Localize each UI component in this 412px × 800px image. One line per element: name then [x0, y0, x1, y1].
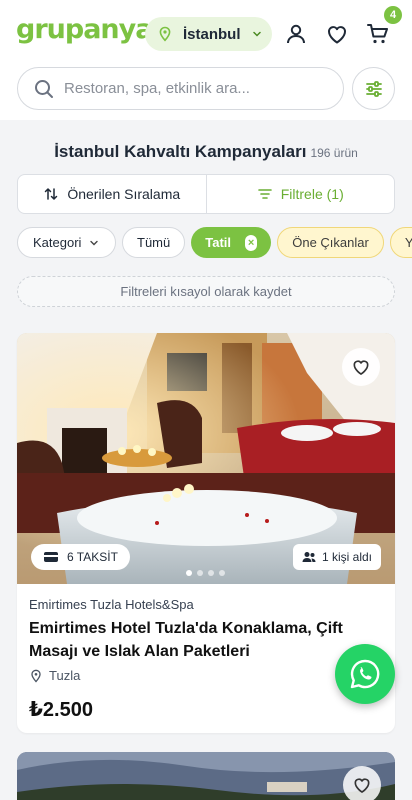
chevron-down-icon [90, 240, 99, 245]
chip-all[interactable]: Tümü [122, 227, 186, 258]
save-filters-button[interactable]: Filtreleri kısayol olarak kaydet [17, 276, 395, 307]
deal-price: ₺2.500 [29, 699, 93, 721]
location-pin-icon [159, 26, 171, 42]
chip-featured[interactable]: Öne Çıkanlar [277, 227, 384, 258]
filter-label: Filtrele (1) [280, 186, 344, 202]
carousel-dot[interactable] [208, 570, 214, 576]
installment-badge: 6 TAKSİT [31, 544, 130, 570]
heart-icon [354, 778, 370, 793]
heart-icon[interactable] [325, 22, 349, 46]
credit-card-icon [44, 552, 58, 562]
chip-tatil-label: Tatil [205, 235, 231, 250]
sort-label: Önerilen Sıralama [67, 186, 181, 202]
carousel-dot[interactable] [197, 570, 203, 576]
deal-image[interactable]: 6 TAKSİT 1 kişi aldı [17, 333, 395, 584]
listing-title: İstanbul Kahvaltı Kampanyaları [54, 142, 307, 161]
search-bar[interactable] [17, 67, 344, 110]
search-icon [35, 79, 53, 98]
remove-chip-icon[interactable]: × [245, 234, 258, 251]
chip-category-label: Kategori [33, 235, 82, 250]
sort-button[interactable]: Önerilen Sıralama [18, 175, 206, 213]
search-input[interactable] [64, 80, 314, 97]
landscape-photo [17, 752, 395, 800]
listing-count: 196 ürün [310, 146, 358, 160]
header: grupanya! İstanbul 4 [0, 0, 412, 120]
category-chips: Kategori Tümü Tatil × Öne ÇıkanlarYe [17, 227, 412, 259]
installment-label: 6 TAKSİT [67, 550, 118, 564]
carousel-dot[interactable] [186, 570, 192, 576]
chip-tatil[interactable]: Tatil × [191, 227, 272, 258]
filter-settings-button[interactable] [352, 67, 395, 110]
carousel-dot[interactable] [219, 570, 225, 576]
deal-title[interactable]: Emirtimes Hotel Tuzla'da Konaklama, Çift… [29, 617, 389, 663]
sold-count-label: 1 kişi aldı [321, 550, 372, 564]
city-label: İstanbul [183, 25, 241, 43]
favorite-button[interactable] [342, 348, 380, 386]
sort-arrows-icon [45, 188, 58, 200]
users-icon [302, 552, 316, 562]
page-title: İstanbul Kahvaltı Kampanyaları 196 ürün [0, 142, 412, 162]
favorite-button-2[interactable] [343, 766, 381, 800]
sold-count-badge: 1 kişi aldı [292, 544, 381, 570]
cart-icon[interactable] [366, 22, 390, 46]
filter-button[interactable]: Filtrele (1) [205, 175, 395, 213]
city-selector[interactable]: İstanbul [145, 17, 272, 51]
deal-card-2[interactable] [17, 752, 395, 800]
whatsapp-button[interactable] [335, 644, 395, 704]
chip-partial[interactable]: Ye [389, 227, 412, 258]
filter-lines-icon [257, 189, 272, 199]
heart-icon [353, 360, 369, 375]
deal-location: Tuzla [29, 668, 80, 683]
user-icon[interactable] [284, 22, 308, 46]
chevron-down-icon [253, 31, 261, 37]
merchant-name: Emirtimes Tuzla Hotels&Spa [29, 597, 194, 612]
carousel-dots [186, 570, 225, 576]
whatsapp-icon [350, 659, 380, 689]
location-label: Tuzla [49, 668, 81, 683]
chip-category[interactable]: Kategori [17, 227, 116, 258]
location-pin-icon [31, 669, 41, 682]
cart-count-badge: 4 [384, 6, 402, 24]
sliders-icon [365, 80, 382, 97]
grupanya-logo[interactable]: grupanya! [16, 14, 165, 45]
sort-filter-bar: Önerilen Sıralama Filtrele (1) [17, 174, 395, 214]
